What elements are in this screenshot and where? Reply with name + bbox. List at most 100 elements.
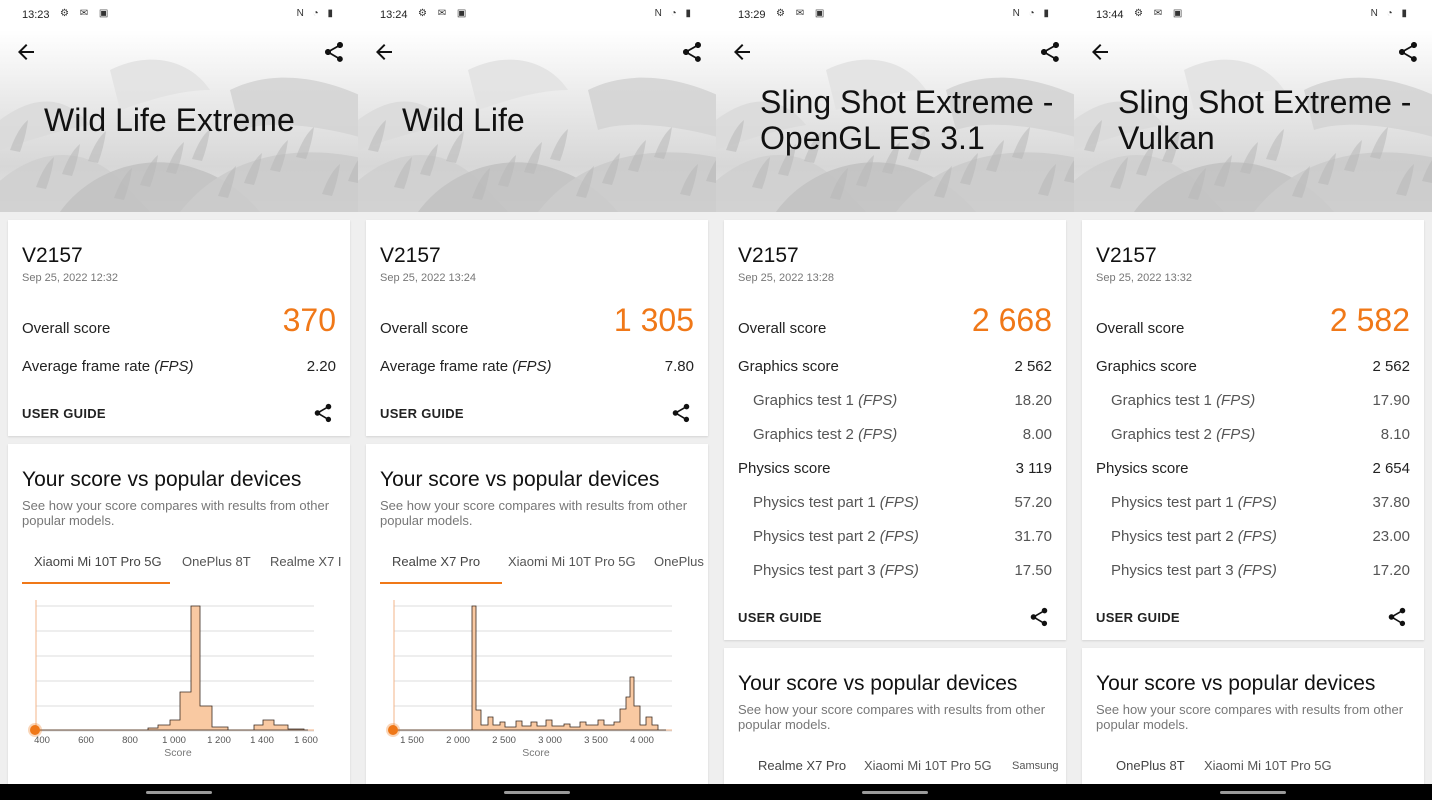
score-row-value: 17.50 (1014, 562, 1052, 579)
device-tabs: Xiaomi Mi 10T Pro 5G OnePlus 8T Realme X7 … (8, 554, 350, 584)
device-tab[interactable]: Realme X7 Pro (380, 554, 502, 584)
score-row-label-text: Physics score (738, 460, 831, 477)
score-row-label-text: Physics test part 2 (753, 528, 876, 545)
share-result-icon[interactable] (312, 402, 334, 424)
status-time: 13:24 (380, 9, 408, 21)
share-icon[interactable] (322, 40, 346, 64)
comparison-description: See how your score compares with results… (22, 498, 330, 528)
score-card: V2157 Sep 25, 2022 12:32 Overall score 370 A… (8, 220, 350, 436)
benchmark-result-screen: 13:23 ⚙ ✉ ▣ N ◔ ▮ Wild Life Extreme V2157 Sep… (0, 0, 358, 800)
score-row-label: Physics test part 2 (FPS) (753, 528, 919, 545)
score-row-label-text: Graphics test 2 (1111, 426, 1212, 443)
x-tick-label: 1 600 (294, 735, 318, 746)
comparison-description: See how your score compares with results… (380, 498, 688, 528)
score-row-label-text: Physics test part 3 (753, 562, 876, 579)
user-guide-link[interactable]: USER GUIDE (1096, 610, 1180, 625)
back-arrow-icon[interactable] (14, 40, 38, 64)
x-tick-label: 3 500 (584, 735, 608, 746)
back-arrow-icon[interactable] (372, 40, 396, 64)
back-arrow-icon[interactable] (730, 40, 754, 64)
device-tab[interactable]: Xiaomi Mi 10T Pro 5G (496, 554, 648, 584)
benchmark-title: Sling Shot Extreme - (760, 84, 1054, 120)
user-guide-link[interactable]: USER GUIDE (738, 610, 822, 625)
score-row: Physics test part 3 (FPS) 17.20 (1096, 562, 1410, 582)
score-row-value: 2.20 (306, 358, 336, 375)
score-row-label-text: Physics score (1096, 460, 1189, 477)
score-row: Physics test part 2 (FPS) 23.00 (1096, 528, 1410, 548)
score-row-unit: (FPS) (512, 358, 552, 375)
share-result-icon[interactable] (670, 402, 692, 424)
x-axis-label: Score (522, 747, 550, 759)
histogram-distribution (394, 605, 666, 731)
comparison-card: Your score vs popular devices See how you… (8, 444, 350, 800)
score-row-label: Physics test part 1 (FPS) (1111, 494, 1277, 511)
score-row-label-text: Graphics test 2 (753, 426, 854, 443)
share-result-icon[interactable] (1386, 606, 1408, 628)
score-row: Graphics score 2 562 (738, 358, 1052, 378)
share-icon[interactable] (1396, 40, 1420, 64)
result-date: Sep 25, 2022 13:28 (738, 272, 835, 284)
benchmark-title: Wild Life (402, 102, 525, 138)
score-row-unit: (FPS) (154, 358, 194, 375)
score-row: Graphics test 1 (FPS) 17.90 (1096, 392, 1410, 412)
device-name: V2157 (1096, 244, 1157, 267)
gesture-handle[interactable] (146, 791, 212, 794)
score-row: Graphics test 2 (FPS) 8.10 (1096, 426, 1410, 446)
status-notification-icons: ⚙ ✉ ▣ (776, 8, 829, 19)
device-tab[interactable]: Xiaomi Mi 10T Pro 5G (22, 554, 170, 584)
back-arrow-icon[interactable] (1088, 40, 1112, 64)
score-row-label-text: Average frame rate (22, 358, 151, 375)
x-tick-label: 2 000 (446, 735, 470, 746)
user-guide-link[interactable]: USER GUIDE (380, 406, 464, 421)
score-row-value: 2 562 (1014, 358, 1052, 375)
user-guide-link[interactable]: USER GUIDE (22, 406, 106, 421)
comparison-title: Your score vs popular devices (22, 468, 302, 491)
x-tick-label: 1 400 (250, 735, 274, 746)
gesture-handle[interactable] (504, 791, 570, 794)
score-row-unit: (FPS) (879, 562, 919, 579)
device-tab[interactable]: OnePlus 8T (170, 554, 263, 584)
comparison-description: See how your score compares with results… (1096, 702, 1404, 732)
device-name: V2157 (380, 244, 441, 267)
score-row-value: 2 654 (1372, 460, 1410, 477)
score-card: V2157 Sep 25, 2022 13:24 Overall score 1 30… (366, 220, 708, 436)
share-result-icon[interactable] (1028, 606, 1050, 628)
status-bar: 13:24 ⚙ ✉ ▣ N ◔ ▮ (358, 0, 716, 30)
x-axis-label: Score (164, 747, 192, 759)
benchmark-title: Vulkan (1118, 120, 1215, 156)
comparison-title: Your score vs popular devices (1096, 672, 1376, 695)
score-row-unit: (FPS) (1216, 426, 1256, 443)
share-icon[interactable] (1038, 40, 1062, 64)
result-date: Sep 25, 2022 13:32 (1096, 272, 1193, 284)
score-row-unit: (FPS) (879, 528, 919, 545)
score-row-unit: (FPS) (879, 494, 919, 511)
device-tabs: Realme X7 Pro Xiaomi Mi 10T Pro 5G OnePlus (366, 554, 708, 584)
share-icon[interactable] (680, 40, 704, 64)
score-row-unit: (FPS) (1237, 562, 1277, 579)
benchmark-title: OpenGL ES 3.1 (760, 120, 985, 156)
comparison-title: Your score vs popular devices (380, 468, 660, 491)
score-histogram: 1 500 2 000 2 500 3 000 3 500 4 000 Score (386, 600, 672, 759)
status-system-icons: N ◔ ▮ (296, 8, 336, 19)
score-row-label-text: Physics test part 1 (753, 494, 876, 511)
benchmark-title: Wild Life Extreme (44, 102, 295, 138)
benchmark-result-screen: 13:44 ⚙ ✉ ▣ N ◔ ▮ Sling Shot Extreme - Vulka… (1074, 0, 1432, 800)
status-notification-icons: ⚙ ✉ ▣ (60, 8, 113, 19)
overall-score-value: 2 582 (1329, 302, 1410, 338)
gesture-handle[interactable] (1220, 791, 1286, 794)
status-system-icons: N ◔ ▮ (654, 8, 694, 19)
device-tab[interactable]: OnePlus (642, 554, 708, 584)
status-time: 13:29 (738, 9, 766, 21)
overall-score-label: Overall score (22, 320, 111, 337)
score-row: Graphics test 1 (FPS) 18.20 (738, 392, 1052, 412)
score-row: Graphics score 2 562 (1096, 358, 1410, 378)
result-date: Sep 25, 2022 12:32 (22, 272, 119, 284)
score-row-value: 18.20 (1014, 392, 1052, 409)
x-tick-label: 1 000 (162, 735, 186, 746)
system-navigation-bar (0, 784, 1432, 800)
score-row-unit: (FPS) (858, 426, 898, 443)
overall-score-label: Overall score (380, 320, 469, 337)
device-tab[interactable]: Realme X7 I (258, 554, 350, 584)
gesture-handle[interactable] (862, 791, 928, 794)
status-time: 13:23 (22, 9, 50, 21)
